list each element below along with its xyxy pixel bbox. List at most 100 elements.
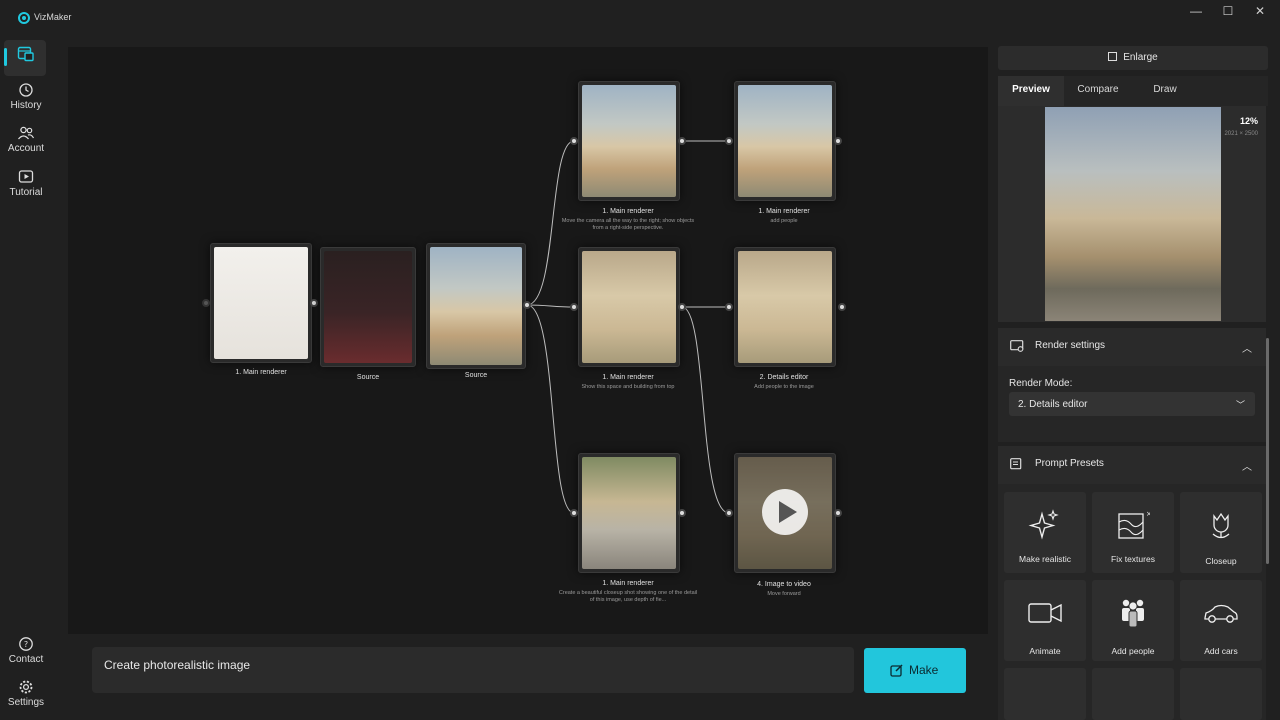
minimize-button[interactable]: — — [1180, 2, 1212, 20]
rail-label-tutorial: Tutorial — [9, 187, 43, 198]
rail-item-account[interactable]: Account — [0, 125, 52, 154]
node-thumbnail — [578, 453, 680, 573]
preset-closeup[interactable]: Closeup — [1180, 492, 1262, 573]
node-port[interactable] — [570, 303, 578, 311]
preset-add-people[interactable]: Add people — [1092, 580, 1174, 661]
node-port[interactable] — [570, 509, 578, 517]
node-description: Move the camera all the way to the right… — [561, 218, 695, 231]
preset-add-cars[interactable]: Add cars — [1180, 580, 1262, 661]
prompt-presets-title: Prompt Presets — [1035, 458, 1104, 469]
flower-icon — [1212, 512, 1230, 539]
play-icon[interactable] — [761, 488, 809, 536]
prompt-text: Create photorealistic image — [104, 658, 251, 672]
tab-preview[interactable]: Preview — [998, 76, 1064, 106]
node-port[interactable] — [202, 299, 210, 307]
node-port[interactable] — [834, 137, 842, 145]
people-icon — [1122, 599, 1144, 628]
rail-label-contact: Contact — [8, 654, 44, 665]
make-button-label: Make — [909, 663, 939, 677]
enlarge-icon — [1108, 52, 1118, 61]
node-port[interactable] — [310, 299, 318, 307]
node-description: Create a beautiful closeup shot showing … — [558, 590, 698, 603]
node-thumbnail — [210, 243, 312, 363]
prompt-presets-header[interactable]: Prompt Presets ︿ — [998, 446, 1266, 484]
node-description: Add people to the image — [754, 384, 814, 390]
preset-animate[interactable]: Animate — [1004, 580, 1086, 661]
node-port[interactable] — [725, 137, 733, 145]
help-icon: ? — [19, 637, 33, 651]
gear-icon — [19, 680, 33, 694]
history-icon — [19, 83, 33, 97]
preset-label: Add cars — [1204, 646, 1238, 656]
node-thumbnail — [578, 247, 680, 367]
sparkle-icon — [1028, 509, 1059, 540]
preview-image — [1045, 107, 1221, 321]
rail-item-history[interactable]: History — [0, 82, 52, 111]
rail-item-settings[interactable]: Settings — [0, 679, 52, 708]
enlarge-button[interactable]: Enlarge — [998, 46, 1268, 70]
prompt-input[interactable]: Create photorealistic image — [92, 647, 854, 693]
chevron-up-icon[interactable]: ︿ — [1242, 458, 1252, 473]
car-icon — [1204, 604, 1238, 623]
preset-label: Closeup — [1205, 556, 1237, 566]
app-logo-icon — [18, 12, 30, 24]
preset-make-realistic[interactable]: Make realistic — [1004, 492, 1086, 573]
render-mode-label: Render Mode: — [1009, 378, 1073, 389]
preset-label: Add people — [1111, 646, 1155, 656]
node-label: 2. Details editor — [759, 374, 809, 381]
node-port[interactable] — [523, 301, 531, 309]
node-port[interactable] — [725, 509, 733, 517]
node-port[interactable] — [678, 509, 686, 517]
node-wires — [526, 140, 730, 514]
make-icon — [890, 664, 903, 677]
node-label: Source — [464, 372, 488, 379]
node-thumbnail — [734, 247, 836, 367]
node-label: 1. Main renderer — [758, 208, 810, 215]
node-label: 1. Main renderer — [602, 208, 654, 215]
make-button[interactable]: Make — [864, 648, 966, 693]
texture-icon: × — [1118, 510, 1150, 539]
node-canvas[interactable]: 1. Main renderer Source Source 1. Main r… — [68, 47, 988, 634]
node-port[interactable] — [678, 137, 686, 145]
render-settings-title: Render settings — [1035, 340, 1106, 351]
rail-item-workspace[interactable] — [0, 46, 52, 64]
app-title: VizMaker — [34, 12, 72, 22]
right-panel: Enlarge Preview Compare Draw 12% 2021 × … — [996, 36, 1272, 720]
right-panel-scrollbar[interactable] — [1266, 338, 1269, 564]
node-port[interactable] — [834, 509, 842, 517]
node-port[interactable] — [838, 303, 846, 311]
node-description: Show this space and building from top — [581, 384, 675, 390]
preset-empty[interactable] — [1180, 668, 1262, 720]
rail-label-history: History — [10, 100, 42, 111]
rail-item-contact[interactable]: ? Contact — [0, 636, 52, 665]
enlarge-label: Enlarge — [1123, 52, 1158, 63]
render-mode-value: 2. Details editor — [1018, 399, 1088, 410]
tutorial-icon — [18, 170, 34, 183]
render-settings-section: Render settings ︿ Render Mode: 2. Detail… — [998, 328, 1266, 442]
node-thumbnail — [734, 81, 836, 201]
chevron-down-icon: ﹀ — [1235, 400, 1245, 410]
node-label: 1. Main renderer — [602, 580, 654, 587]
tab-draw[interactable]: Draw — [1132, 76, 1198, 106]
close-button[interactable]: ✕ — [1244, 2, 1276, 20]
node-thumbnail — [426, 243, 526, 369]
prompt-presets-section: Prompt Presets ︿ Make realistic × Fix te… — [998, 446, 1266, 720]
render-mode-select[interactable]: 2. Details editor ﹀ — [1009, 392, 1255, 416]
node-port[interactable] — [570, 137, 578, 145]
tab-compare[interactable]: Compare — [1064, 76, 1132, 106]
video-camera-icon — [1028, 603, 1062, 623]
node-port[interactable] — [678, 303, 686, 311]
chevron-up-icon[interactable]: ︿ — [1242, 340, 1252, 355]
node-port[interactable] — [725, 303, 733, 311]
preset-fix-textures[interactable]: × Fix textures — [1092, 492, 1174, 573]
node-label: 4. Image to video — [757, 581, 811, 588]
account-icon — [18, 126, 35, 140]
preset-label: Fix textures — [1111, 554, 1155, 564]
preview-pane[interactable]: 12% 2021 × 2500 — [998, 106, 1266, 322]
rail-item-tutorial[interactable]: Tutorial — [0, 169, 52, 198]
preset-empty[interactable] — [1004, 668, 1086, 720]
maximize-button[interactable]: ☐ — [1212, 2, 1244, 20]
svg-text:×: × — [1146, 510, 1150, 518]
preset-empty[interactable] — [1092, 668, 1174, 720]
render-settings-header[interactable]: Render settings ︿ — [998, 328, 1266, 366]
